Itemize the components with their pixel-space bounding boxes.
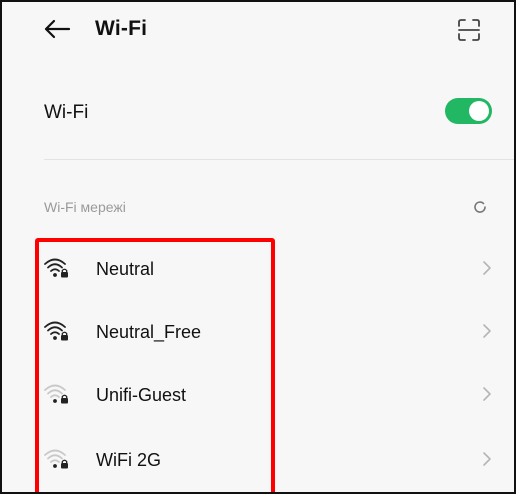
wifi-signal-lock-icon	[44, 258, 68, 278]
chevron-right-icon	[483, 452, 491, 466]
wifi-signal-lock-icon	[44, 321, 68, 341]
divider	[44, 159, 514, 160]
qr-scan-icon	[458, 19, 480, 41]
wifi-signal-weak-lock-icon	[44, 384, 68, 404]
toggle-knob	[469, 101, 489, 121]
page-title: Wi-Fi	[95, 17, 148, 40]
network-row[interactable]: Neutral_Free	[32, 302, 514, 364]
network-name: Neutral	[96, 259, 155, 279]
wifi-settings-screen: Wi-Fi Wi-Fi Wi-Fi мережі Neutral Neutral…	[0, 0, 516, 494]
refresh-spinner-icon	[474, 201, 486, 213]
chevron-right-icon	[483, 387, 491, 401]
networks-section-label: Wi-Fi мережі	[44, 199, 126, 215]
wifi-toggle-switch[interactable]	[445, 98, 492, 124]
back-arrow-icon	[44, 19, 71, 39]
wifi-signal-weak-lock-icon	[44, 449, 68, 469]
network-row[interactable]: Neutral	[32, 239, 514, 301]
chevron-right-icon	[483, 261, 491, 275]
network-row[interactable]: Unifi-Guest	[32, 365, 514, 427]
network-name: Unifi-Guest	[96, 385, 187, 405]
network-name: WiFi 2G	[96, 450, 161, 470]
back-button[interactable]	[42, 14, 72, 44]
chevron-right-icon	[483, 324, 491, 338]
network-row[interactable]: WiFi 2G	[32, 430, 514, 492]
network-name: Neutral_Free	[96, 322, 202, 342]
scan-button[interactable]	[454, 15, 484, 45]
wifi-toggle-label: Wi-Fi	[44, 102, 89, 123]
